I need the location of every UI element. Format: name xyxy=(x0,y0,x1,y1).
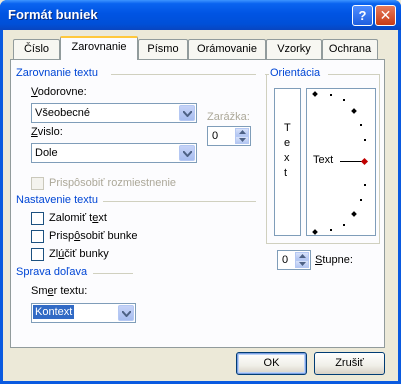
vertical-text-letter: x xyxy=(284,152,290,164)
degree-tick xyxy=(343,224,345,226)
rotation-dial[interactable]: Text xyxy=(306,88,376,236)
degree-marker xyxy=(312,91,318,97)
degrees-value: 0 xyxy=(282,254,289,266)
spin-down-icon[interactable] xyxy=(235,136,249,144)
wrap-text-label: Zalomiť text xyxy=(49,212,107,224)
degree-tick xyxy=(360,124,362,126)
text-alignment-group-label: Zarovnanie textu xyxy=(16,67,98,79)
vertical-value: Dole xyxy=(35,147,58,159)
chevron-down-icon[interactable] xyxy=(118,305,134,321)
text-direction-value: Kontext xyxy=(33,305,75,319)
degrees-spinner[interactable]: 0 xyxy=(277,250,311,270)
vertical-text-letter: T xyxy=(284,122,291,134)
horizontal-dropdown[interactable]: Všeobecné xyxy=(31,103,197,123)
indent-value: 0 xyxy=(212,130,219,142)
degree-marker xyxy=(351,108,357,114)
tab-number[interactable]: Číslo xyxy=(13,39,60,59)
group-divider xyxy=(379,74,380,244)
degree-marker xyxy=(351,211,357,217)
tab-border[interactable]: Orámovanie xyxy=(188,39,266,59)
degree-tick xyxy=(343,99,345,101)
rtl-group-label: Sprava doľava xyxy=(16,266,88,278)
chevron-down-icon[interactable] xyxy=(179,105,195,121)
degree-tick xyxy=(364,139,366,141)
vertical-text-letter: e xyxy=(284,137,291,149)
tab-protection[interactable]: Ochrana xyxy=(322,39,378,59)
tab-alignment[interactable]: Zarovnanie xyxy=(60,36,138,60)
horizontal-label: Vodorovne: xyxy=(31,86,87,98)
title-bar[interactable]: Formát buniek ? ✕ xyxy=(0,0,401,30)
justify-distributed-checkbox[interactable] xyxy=(31,177,44,190)
orientation-group-label: Orientácia xyxy=(270,67,321,79)
shrink-to-fit-checkbox[interactable] xyxy=(31,230,44,243)
indent-spinner[interactable]: 0 xyxy=(207,126,251,146)
dialog-client: Číslo Zarovnanie Písmo Orámovanie Vzorky… xyxy=(3,30,398,381)
vertical-text-option[interactable]: T e x t xyxy=(274,88,301,236)
degree-marker xyxy=(312,229,318,235)
group-divider xyxy=(93,273,133,274)
text-control-group-label: Nastavenie textu xyxy=(16,194,98,206)
merge-cells-checkbox[interactable] xyxy=(31,248,44,261)
rotation-pointer xyxy=(340,161,362,162)
spin-down-icon[interactable] xyxy=(295,260,309,268)
vertical-dropdown[interactable]: Dole xyxy=(31,143,197,163)
degree-tick xyxy=(330,229,332,231)
indent-label: Zarážka: xyxy=(207,111,250,123)
degrees-label: Stupne: xyxy=(315,254,353,266)
horizontal-value: Všeobecné xyxy=(35,107,91,119)
wrap-text-checkbox[interactable] xyxy=(31,212,44,225)
group-divider xyxy=(266,243,380,244)
group-divider xyxy=(103,201,256,202)
ok-button[interactable]: OK xyxy=(236,352,307,375)
degree-tick xyxy=(330,94,332,96)
group-divider xyxy=(111,74,256,75)
tab-patterns[interactable]: Vzorky xyxy=(266,39,322,59)
spin-up-icon[interactable] xyxy=(235,128,249,136)
window-title: Formát buniek xyxy=(8,7,98,22)
rotation-text-sample: Text xyxy=(313,154,334,166)
tab-font[interactable]: Písmo xyxy=(138,39,188,59)
shrink-to-fit-label: Prispôsobiť bunke xyxy=(49,230,138,242)
dialog-window: Formát buniek ? ✕ Číslo Zarovnanie Písmo… xyxy=(0,0,401,384)
group-divider xyxy=(328,74,380,75)
vertical-text-letter: t xyxy=(284,167,288,179)
close-button[interactable]: ✕ xyxy=(375,5,396,26)
text-direction-dropdown[interactable]: Kontext xyxy=(31,303,136,323)
spin-up-icon[interactable] xyxy=(295,252,309,260)
merge-cells-label: Zlúčiť bunky xyxy=(49,248,109,260)
rotation-handle-icon[interactable] xyxy=(360,157,369,166)
cancel-button[interactable]: Zrušiť xyxy=(314,352,385,375)
vertical-label: Zvislo: xyxy=(31,126,63,138)
justify-distributed-label: Prispôsobiť rozmiestnenie xyxy=(49,177,177,189)
group-divider xyxy=(266,74,267,244)
degree-tick xyxy=(364,184,366,186)
text-direction-label: Smer textu: xyxy=(31,285,88,297)
help-button[interactable]: ? xyxy=(352,5,373,26)
chevron-down-icon[interactable] xyxy=(179,145,195,161)
alignment-panel: Zarovnanie textu Vodorovne: Všeobecné Zv… xyxy=(10,59,385,348)
degree-tick xyxy=(360,199,362,201)
